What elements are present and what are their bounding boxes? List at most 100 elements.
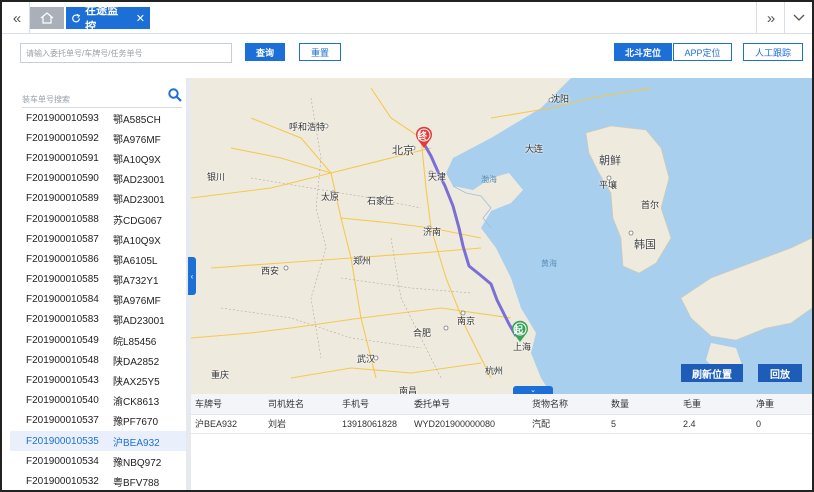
chevron-down-icon[interactable] [786, 2, 812, 34]
filter-bar: 请输入委托单号/车牌号/任务单号 查询 重置 北斗定位 APP定位 人工跟踪 [2, 35, 812, 75]
map-label-huanghai: 黄海 [541, 259, 557, 268]
plate-number: 鄂A732Y1 [113, 276, 159, 288]
scroll-left-icon[interactable]: « [4, 2, 30, 34]
replay-button[interactable]: 回放 [758, 364, 802, 382]
map-label-dalian: 大连 [525, 144, 544, 154]
table-cell: 沪BEA932 [191, 414, 264, 434]
list-item[interactable]: F201900010583 鄂AD23001 [10, 310, 190, 330]
column-header: 车牌号 [191, 394, 264, 415]
plate-number: 鄂AD23001 [113, 175, 165, 187]
column-header: 货物名称 [528, 394, 607, 415]
tab-in-transit-monitor[interactable]: 在途监控 ✕ [66, 5, 150, 33]
order-search-input[interactable]: 请输入委托单号/车牌号/任务单号 [20, 43, 232, 63]
table-cell: 0 [752, 414, 812, 434]
map-label-wuhan: 武汉 [357, 354, 376, 364]
loading-order-id: F201900010584 [26, 294, 99, 306]
loading-order-id: F201900010537 [26, 415, 99, 427]
loading-order-search[interactable]: 装车单号搜索 [22, 86, 182, 108]
plate-number: 粤BFV788 [113, 477, 160, 489]
query-button[interactable]: 查询 [245, 43, 285, 61]
column-header: 净重 [752, 394, 812, 415]
column-header: 数量 [607, 394, 679, 415]
map-label-hangzhou: 杭州 [485, 366, 504, 376]
plate-number: 鄂A10Q9X [113, 154, 161, 166]
map-label-beijing: 北京 [392, 145, 414, 157]
plate-number: 渝CK8613 [113, 397, 160, 409]
table-row[interactable]: 沪BEA932 刘岩 13918061828 WYD201900000080 汽配 5 2.… [191, 414, 812, 434]
list-item[interactable]: F201900010532 粤BFV788 [10, 471, 190, 490]
table-cell: 汽配 [528, 414, 607, 434]
list-item[interactable]: F201900010593 鄂A585CH [10, 108, 190, 128]
manual-tracking-button[interactable]: 人工跟踪 [743, 43, 803, 61]
table-cell: WYD201900000080 [410, 414, 528, 434]
tab-separator [784, 2, 785, 34]
loading-order-list: F201900010593 鄂A585CH F201900010592 鄂A976MF… [10, 108, 190, 490]
map-label-hefei: 合肥 [413, 328, 432, 338]
tab-bar: « 在途监控 ✕ » [2, 2, 812, 34]
map-label-tianjin: 天津 [428, 172, 447, 182]
map-view[interactable]: 呼和浩特 北京 天津 太原 石家庄 济南 郑州 西安 南京 合肥 上海 杭州 武… [191, 78, 812, 394]
loading-order-id: F201900010540 [26, 395, 99, 407]
home-tab[interactable] [30, 7, 64, 29]
column-header: 毛重 [679, 394, 752, 415]
app-location-button[interactable]: APP定位 [673, 43, 732, 61]
close-tab-icon[interactable]: ✕ [136, 12, 145, 25]
loading-order-id: F201900010590 [26, 173, 99, 185]
plate-number: 鄂A976MF [113, 134, 161, 146]
refresh-location-button[interactable]: 刷新位置 [681, 364, 743, 382]
list-item[interactable]: F201900010584 鄂A976MF [10, 290, 190, 310]
list-item[interactable]: F201900010587 鄂A10Q9X [10, 229, 190, 249]
loading-order-id: F201900010548 [26, 354, 99, 366]
list-item[interactable]: F201900010590 鄂AD23001 [10, 169, 190, 189]
list-item[interactable]: F201900010592 鄂A976MF [10, 128, 190, 148]
beidou-location-button[interactable]: 北斗定位 [614, 43, 672, 61]
map-label-jinan: 济南 [423, 227, 442, 237]
table-cell: 刘岩 [264, 414, 338, 434]
collapse-panel-handle[interactable]: ‹ [188, 257, 196, 295]
column-header: 司机姓名 [264, 394, 338, 415]
list-item[interactable]: F201900010534 豫NBQ972 [10, 451, 190, 471]
list-item[interactable]: F201900010589 鄂AD23001 [10, 189, 190, 209]
map-label-chaoxian: 朝鲜 [599, 155, 621, 167]
home-icon [40, 12, 54, 24]
map-label-bohai: 渤海 [481, 175, 497, 184]
refresh-icon[interactable] [71, 13, 81, 24]
list-item[interactable]: F201900010537 豫PF7670 [10, 411, 190, 431]
loading-order-id: F201900010534 [26, 455, 99, 467]
scroll-right-icon[interactable]: » [758, 2, 784, 34]
expand-table-handle[interactable]: ⌄ [513, 386, 553, 394]
tab-separator [756, 2, 757, 34]
plate-number: 苏CDG067 [113, 215, 162, 227]
table-header-row: 车牌号 司机姓名 手机号 委托单号 货物名称 数量 毛重 净重 [191, 394, 812, 415]
list-item[interactable]: F201900010588 苏CDG067 [10, 209, 190, 229]
map-label-zhengzhou: 郑州 [353, 256, 372, 266]
list-item[interactable]: F201900010585 鄂A732Y1 [10, 270, 190, 290]
loading-order-id: F201900010543 [26, 375, 99, 387]
plate-number: 鄂A585CH [113, 114, 161, 126]
list-item[interactable]: F201900010535 沪BEA932 [10, 431, 190, 452]
list-item[interactable]: F201900010586 鄂A6105L [10, 249, 190, 269]
list-item[interactable]: F201900010549 皖L85456 [10, 330, 190, 350]
reset-button[interactable]: 重置 [299, 43, 341, 61]
map-canvas [191, 78, 812, 394]
list-item[interactable]: F201900010540 渝CK8613 [10, 391, 190, 411]
list-item[interactable]: F201900010548 陕DA2852 [10, 350, 190, 370]
map-label-huhehaote: 呼和浩特 [289, 122, 326, 132]
map-label-chongqing: 重庆 [211, 370, 230, 380]
start-marker-label: 起 [514, 325, 524, 335]
search-icon[interactable] [168, 88, 182, 102]
plate-number: 鄂AD23001 [113, 195, 165, 207]
map-label-shenyang: 沈阳 [551, 94, 570, 104]
map-label-taiyuan: 太原 [321, 192, 340, 202]
loading-order-panel: 装车单号搜索 F201900010593 鄂A585CH F201900010592… [10, 78, 190, 490]
loading-order-id: F201900010585 [26, 274, 99, 286]
plate-number: 鄂AD23001 [113, 316, 165, 328]
plate-number: 沪BEA932 [113, 437, 160, 449]
loading-order-id: F201900010591 [26, 152, 99, 164]
list-item[interactable]: F201900010543 陕AX25Y5 [10, 370, 190, 390]
table-cell: 5 [607, 414, 679, 434]
plate-number: 鄂A976MF [113, 296, 161, 308]
loading-order-id: F201900010592 [26, 132, 99, 144]
map-label-shouer: 首尔 [641, 200, 660, 210]
list-item[interactable]: F201900010591 鄂A10Q9X [10, 148, 190, 168]
